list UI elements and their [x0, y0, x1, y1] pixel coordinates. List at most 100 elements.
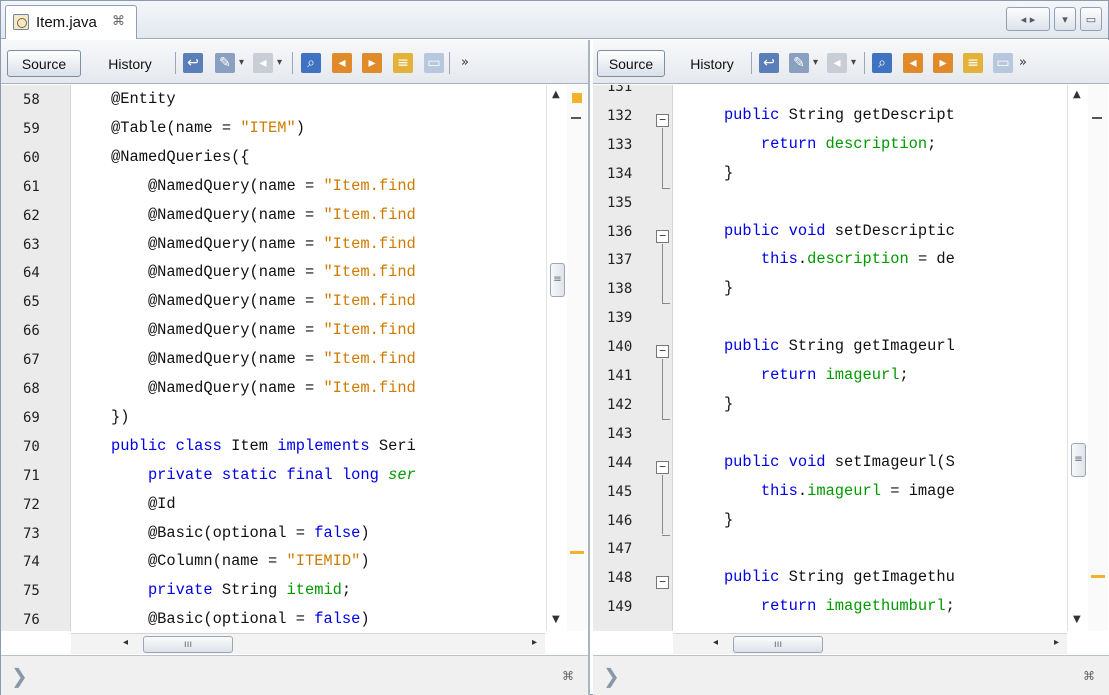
code-line[interactable]: @NamedQuery(name = "Item.find	[111, 350, 416, 368]
scroll-left-icon[interactable]: ◂	[123, 637, 128, 648]
last-edit-icon[interactable]: ✎	[789, 53, 809, 73]
code-line[interactable]: @Basic(optional = false)	[111, 610, 370, 628]
code-area[interactable]: @Entity @Table(name = "ITEM") @NamedQuerie…	[111, 85, 545, 631]
code-line[interactable]: public String getImageurl	[687, 337, 955, 355]
code-line[interactable]: }	[687, 279, 733, 297]
code-line[interactable]: @Entity	[111, 90, 176, 108]
close-split-icon[interactable]: ⌘	[562, 669, 574, 683]
command-prompt-icon[interactable]: ❯	[603, 664, 620, 688]
code-line[interactable]: this.description = de	[687, 250, 955, 268]
last-edit-dropdown-icon[interactable]: ▾	[813, 52, 818, 74]
vertical-scrollbar[interactable]: ▲ ≡ ▼	[1067, 85, 1088, 631]
code-line[interactable]: public class Item implements Seri	[111, 437, 416, 455]
line-number: 60	[23, 149, 40, 166]
scroll-up-icon[interactable]: ▲	[1073, 89, 1081, 100]
scroll-tabs-button[interactable]: ◂ ▸	[1006, 7, 1050, 31]
code-line[interactable]: public String getImagethu	[687, 568, 955, 586]
code-line[interactable]: @NamedQueries({	[111, 148, 250, 166]
find-next-icon[interactable]: ▸	[933, 53, 953, 73]
find-selection-icon[interactable]: ⌕	[301, 53, 321, 73]
last-edit-dropdown-icon[interactable]: ▾	[239, 52, 244, 74]
find-previous-icon[interactable]: ◂	[903, 53, 923, 73]
scroll-right-icon[interactable]: ▸	[532, 637, 537, 648]
scrollbar-thumb[interactable]: ≡	[1071, 443, 1086, 477]
rectangular-selection-icon[interactable]: ▭	[993, 53, 1013, 73]
code-line[interactable]: @Basic(optional = false)	[111, 524, 370, 542]
toggle-highlight-icon[interactable]: ≡	[393, 53, 413, 73]
scroll-down-icon[interactable]: ▼	[552, 614, 560, 625]
code-line[interactable]: public String getDescript	[687, 106, 955, 124]
code-line[interactable]: @NamedQuery(name = "Item.find	[111, 379, 416, 397]
show-opened-documents-button[interactable]: ▾	[1054, 7, 1076, 31]
code-line[interactable]: @Id	[111, 495, 176, 513]
vertical-scrollbar[interactable]: ▲ ≡ ▼	[546, 85, 567, 631]
code-editor-right[interactable]: 131 132 133 134 135 136 137 138 139 140 141 142 143 1…	[593, 85, 1109, 631]
find-selection-icon[interactable]: ⌕	[872, 53, 892, 73]
horizontal-scrollbar-thumb[interactable]: ııı	[733, 636, 823, 653]
code-line[interactable]: return imageurl;	[687, 366, 909, 384]
toggle-bookmark-icon[interactable]: ↩	[183, 53, 203, 73]
line-number: 148	[607, 570, 633, 587]
toggle-highlight-icon[interactable]: ≡	[963, 53, 983, 73]
back-icon[interactable]: ◂	[253, 53, 273, 73]
code-line[interactable]: })	[111, 408, 129, 426]
code-line[interactable]: @NamedQuery(name = "Item.find	[111, 321, 416, 339]
horizontal-scrollbar[interactable]: ◂ ııı ▸	[673, 633, 1067, 654]
back-icon[interactable]: ◂	[827, 53, 847, 73]
warning-marker[interactable]	[572, 93, 582, 103]
scrollbar-thumb[interactable]: ≡	[550, 263, 565, 297]
scroll-right-icon[interactable]: ▸	[1054, 637, 1059, 648]
code-line[interactable]: @Table(name = "ITEM")	[111, 119, 305, 137]
close-tab-icon[interactable]: ⌘	[112, 14, 125, 29]
code-line[interactable]: @NamedQuery(name = "Item.find	[111, 292, 416, 310]
code-line[interactable]: return description;	[687, 135, 937, 153]
code-line[interactable]: this.imageurl = image	[687, 482, 955, 500]
source-button[interactable]: Source	[7, 50, 81, 77]
history-button[interactable]: History	[677, 50, 747, 77]
occurrence-marker[interactable]	[570, 551, 584, 554]
find-next-icon[interactable]: ▸	[362, 53, 382, 73]
code-line[interactable]: }	[687, 395, 733, 413]
file-tab-item-java[interactable]: Item.java ⌘	[5, 5, 137, 39]
fold-toggle-icon[interactable]: −	[656, 576, 669, 590]
code-line[interactable]: public void setDescriptic	[687, 222, 955, 240]
code-line[interactable]: @NamedQuery(name = "Item.find	[111, 206, 416, 224]
occurrence-marker[interactable]	[1091, 575, 1105, 578]
code-line[interactable]: public void setImageurl(S	[687, 453, 955, 471]
code-line[interactable]: @Column(name = "ITEMID")	[111, 552, 370, 570]
code-line[interactable]: private String itemid;	[111, 581, 351, 599]
maximize-window-button[interactable]: ▭	[1080, 7, 1102, 31]
close-split-icon[interactable]: ⌘	[1083, 669, 1095, 683]
back-dropdown-icon[interactable]: ▾	[277, 52, 282, 74]
code-line[interactable]: }	[687, 511, 733, 529]
toggle-bookmark-icon[interactable]: ↩	[759, 53, 779, 73]
fold-toggle-icon[interactable]: −	[656, 460, 669, 474]
error-stripe[interactable]	[1088, 85, 1108, 631]
horizontal-scrollbar[interactable]: ◂ ııı ▸	[71, 633, 545, 654]
code-area[interactable]: public String getDescript return descrip…	[687, 85, 1069, 631]
rectangular-selection-icon[interactable]: ▭	[424, 53, 444, 73]
code-line[interactable]: @NamedQuery(name = "Item.find	[111, 177, 416, 195]
scroll-left-icon[interactable]: ◂	[713, 637, 718, 648]
code-line[interactable]: return imagethumburl;	[687, 597, 955, 615]
code-editor-left[interactable]: 58 59 60 61 62 63 64 65 66 67 68 69 70 71 72 73 74 75 76 @…	[1, 85, 588, 631]
last-edit-icon[interactable]: ✎	[215, 53, 235, 73]
code-line[interactable]: private static final long ser	[111, 466, 416, 484]
find-previous-icon[interactable]: ◂	[332, 53, 352, 73]
code-line[interactable]: }	[687, 164, 733, 182]
command-prompt-icon[interactable]: ❯	[11, 664, 28, 688]
fold-toggle-icon[interactable]: −	[656, 113, 669, 127]
scroll-up-icon[interactable]: ▲	[552, 89, 560, 100]
more-toolbar-icon[interactable]: »	[1019, 52, 1027, 74]
fold-toggle-icon[interactable]: −	[656, 229, 669, 243]
source-button[interactable]: Source	[597, 50, 665, 77]
horizontal-scrollbar-thumb[interactable]: ııı	[143, 636, 233, 653]
back-dropdown-icon[interactable]: ▾	[851, 52, 856, 74]
code-line[interactable]: @NamedQuery(name = "Item.find	[111, 235, 416, 253]
history-button[interactable]: History	[93, 50, 167, 77]
more-toolbar-icon[interactable]: »	[461, 52, 469, 74]
code-line[interactable]: @NamedQuery(name = "Item.find	[111, 263, 416, 281]
error-stripe[interactable]	[567, 85, 587, 631]
scroll-down-icon[interactable]: ▼	[1073, 614, 1081, 625]
fold-toggle-icon[interactable]: −	[656, 345, 669, 359]
